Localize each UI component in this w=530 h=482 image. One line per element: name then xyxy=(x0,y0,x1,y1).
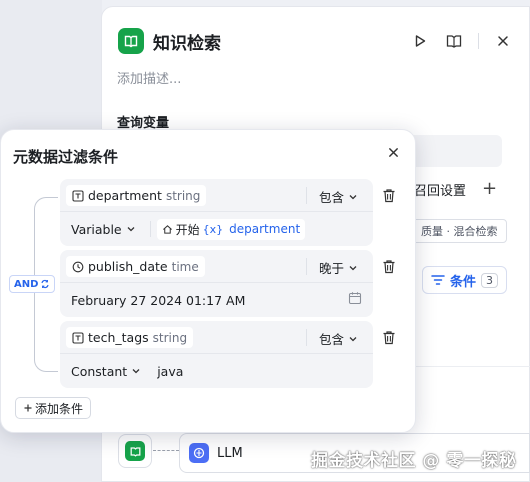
delete-condition-trash-icon[interactable] xyxy=(380,186,398,204)
recall-settings-label: 召回设置 xyxy=(414,184,467,199)
field-chip: publish_date time xyxy=(66,256,205,277)
home-icon xyxy=(162,224,172,234)
value-type-label: Variable xyxy=(71,221,122,237)
logic-toggle[interactable]: AND xyxy=(9,275,56,293)
chevron-down-icon xyxy=(349,194,357,199)
value-type-select[interactable]: Variable xyxy=(71,222,136,237)
operator-divider xyxy=(306,329,307,346)
chevron-down-icon xyxy=(127,227,135,232)
add-condition-label: 添加条件 xyxy=(35,401,84,416)
operator-divider xyxy=(306,258,307,275)
conditions-button-label: 条件 xyxy=(450,274,477,290)
condition-row-publish-date: publish_date time 晚于 February 27 2024 01… xyxy=(60,250,373,317)
panel-actions xyxy=(410,31,513,51)
condition-header: tech_tags string 包含 xyxy=(60,321,373,354)
flow-node-knowledge[interactable] xyxy=(118,434,152,468)
condition-value[interactable]: February 27 2024 01:17 AM xyxy=(60,283,373,317)
chevron-down-icon xyxy=(349,265,357,270)
condition-header: publish_date time 晚于 xyxy=(60,250,373,283)
add-condition-button[interactable]: 添加条件 xyxy=(15,397,92,419)
string-field-icon xyxy=(72,331,84,344)
field-type: time xyxy=(171,259,199,274)
variable-icon: {x} xyxy=(202,222,224,236)
docs-book-icon[interactable] xyxy=(444,31,464,51)
conditions-button[interactable]: 条件 3 xyxy=(422,266,508,294)
recall-add-button[interactable]: + xyxy=(482,178,497,199)
run-icon[interactable] xyxy=(410,31,430,51)
condition-row-tech-tags: tech_tags string 包含 Constant java xyxy=(60,321,373,388)
plus-icon xyxy=(24,404,32,412)
value-type-label: Constant xyxy=(71,363,128,379)
operator-select[interactable]: 包含 xyxy=(319,187,358,206)
filter-icon xyxy=(431,275,445,285)
operator-select[interactable]: 晚于 xyxy=(319,258,358,277)
switch-icon xyxy=(41,279,49,289)
calendar-icon[interactable] xyxy=(348,291,362,305)
chevron-down-icon xyxy=(132,369,140,374)
condition-value: Constant java xyxy=(60,354,373,388)
ref-node-label: 开始 xyxy=(175,222,200,237)
date-value[interactable]: February 27 2024 01:17 AM xyxy=(71,293,245,308)
field-name: tech_tags xyxy=(88,330,149,345)
value-divider xyxy=(149,221,151,237)
constant-value-input[interactable]: java xyxy=(157,364,183,379)
operator-label: 晚于 xyxy=(319,261,345,276)
field-name: department xyxy=(88,188,162,203)
ref-variable-label: department xyxy=(229,222,301,236)
operator-label: 包含 xyxy=(319,332,345,347)
panel-title: 知识检索 xyxy=(153,33,221,54)
field-type: string xyxy=(152,330,188,345)
operator-label: 包含 xyxy=(319,190,345,205)
delete-condition-trash-icon[interactable] xyxy=(380,257,398,275)
description-input[interactable]: 添加描述... xyxy=(117,68,181,87)
conditions-count-badge: 3 xyxy=(481,272,499,288)
llm-label: LLM xyxy=(217,445,243,461)
value-type-select[interactable]: Constant xyxy=(71,364,141,379)
watermark: 掘金技术社区 @ 零一探秘 xyxy=(311,451,517,471)
condition-row-department: department string 包含 Variable 开始 {x} dep… xyxy=(60,179,373,246)
flow-connector xyxy=(153,450,179,451)
recall-mode-tag[interactable]: 质量 · 混合检索 xyxy=(412,219,507,243)
field-type: string xyxy=(165,188,201,203)
header-divider xyxy=(478,33,479,49)
field-chip: tech_tags string xyxy=(66,327,194,348)
variable-reference-chip[interactable]: 开始 {x} department xyxy=(156,218,306,240)
condition-header: department string 包含 xyxy=(60,179,373,212)
field-chip: department string xyxy=(66,185,207,206)
llm-icon xyxy=(189,443,209,463)
string-field-icon xyxy=(72,189,84,202)
field-name: publish_date xyxy=(88,259,168,274)
panel-close-icon[interactable] xyxy=(493,31,513,51)
modal-title: 元数据过滤条件 xyxy=(13,148,119,166)
book-icon xyxy=(125,441,145,461)
delete-condition-trash-icon[interactable] xyxy=(380,328,398,346)
operator-divider xyxy=(306,187,307,204)
logic-label: AND xyxy=(14,278,39,290)
chevron-down-icon xyxy=(349,336,357,341)
operator-select[interactable]: 包含 xyxy=(319,329,358,348)
condition-value: Variable 开始 {x} department xyxy=(60,212,373,246)
clock-icon xyxy=(72,261,84,272)
book-icon xyxy=(118,28,144,54)
modal-close-icon[interactable] xyxy=(384,143,402,161)
panel-header: 知识检索 xyxy=(118,23,513,59)
